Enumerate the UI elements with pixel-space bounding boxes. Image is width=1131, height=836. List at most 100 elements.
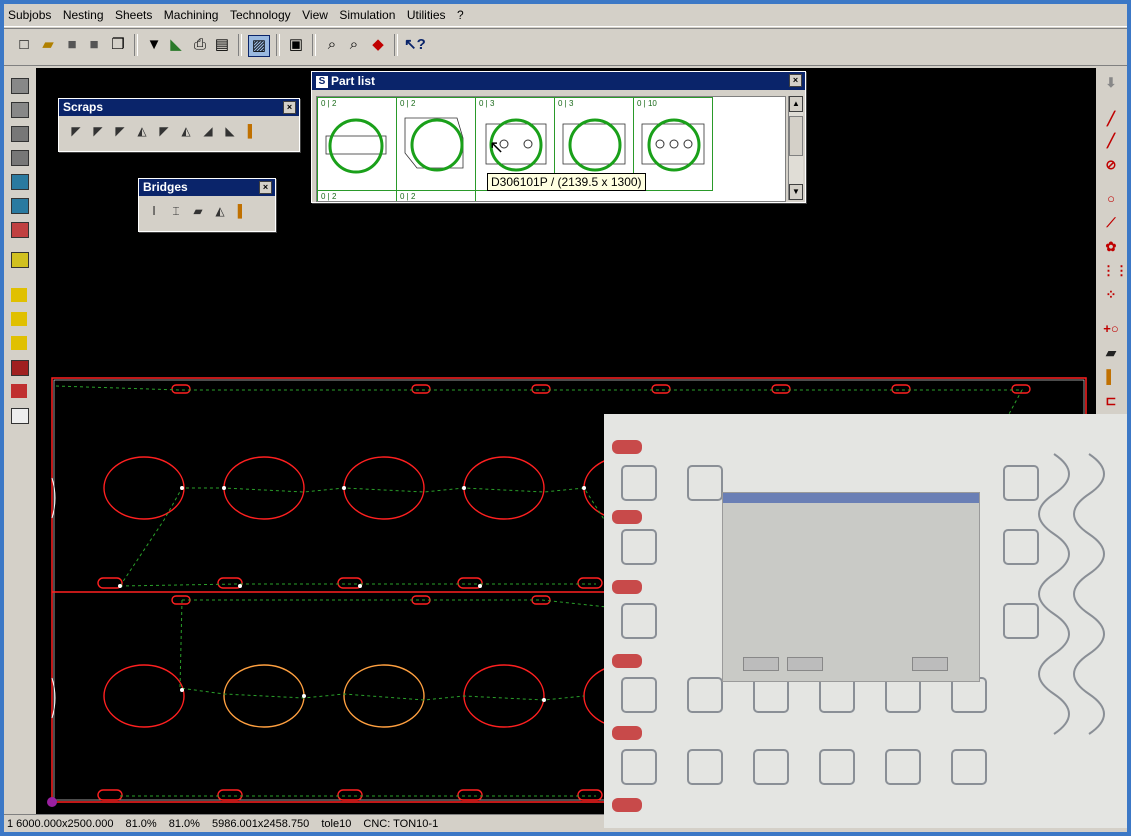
part-cell[interactable]: 0 | 2 [317, 97, 397, 191]
small-part[interactable] [411, 384, 431, 394]
nested-part[interactable] [103, 456, 185, 520]
open-icon[interactable]: ▰ [38, 35, 58, 55]
menu-view[interactable]: View [298, 4, 331, 22]
tool-icon[interactable] [11, 288, 27, 302]
scrap-tool-icon[interactable]: ◢ [197, 122, 219, 140]
bridge-tool-icon[interactable]: Ⅰ [143, 202, 165, 220]
tool-icon[interactable] [11, 222, 29, 238]
slot-icon[interactable]: ⟋ [1102, 214, 1120, 232]
small-part[interactable] [531, 595, 551, 605]
tool-icon[interactable] [11, 78, 29, 94]
small-part[interactable] [171, 384, 191, 394]
scrap-tool-icon[interactable]: ▌ [241, 122, 263, 140]
color-icon[interactable]: ◆ [368, 35, 388, 55]
nested-part[interactable] [343, 664, 425, 728]
pattern-icon[interactable]: ⁘ [1102, 286, 1120, 304]
scrap-tool-icon[interactable]: ◭ [175, 122, 197, 140]
part-cell[interactable]: 0 | 2 [317, 190, 397, 201]
tool-icon[interactable] [11, 102, 29, 118]
small-part[interactable] [97, 789, 123, 801]
menu-utilities[interactable]: Utilities [403, 4, 449, 22]
arrow-down-icon[interactable]: ⬇ [1102, 74, 1120, 92]
bridge-tool-icon[interactable]: ⌶ [165, 202, 187, 220]
tool-icon[interactable] [11, 384, 27, 398]
menu-subjobs[interactable]: Subjobs [4, 4, 54, 22]
nested-part[interactable] [223, 664, 305, 728]
new-icon[interactable]: □ [14, 35, 34, 55]
circle-add-icon[interactable]: +○ [1102, 320, 1120, 338]
nested-part[interactable] [103, 664, 185, 728]
part-cell[interactable]: 0 | 2 [396, 97, 476, 191]
part-cell[interactable]: 0 | 2 [396, 190, 476, 201]
tool-icon[interactable] [11, 198, 29, 214]
menu-simulation[interactable]: Simulation [335, 4, 398, 22]
menu-sheets[interactable]: Sheets [111, 4, 155, 22]
zoom-icon[interactable]: ⌕ [322, 35, 342, 55]
small-part[interactable] [217, 789, 243, 801]
scroll-down-icon[interactable]: ▼ [789, 184, 803, 200]
close-icon[interactable]: × [259, 181, 272, 194]
sheet-view-icon[interactable]: ▨ [248, 35, 270, 57]
scrap-tool-icon[interactable]: ◣ [219, 122, 241, 140]
bridge-tool-icon[interactable]: ⊏ [1102, 392, 1120, 410]
small-part[interactable] [577, 789, 603, 801]
part-qty: 0 | 2 [400, 99, 416, 108]
save-as-icon[interactable]: ■ [84, 35, 104, 55]
tool-icon[interactable] [11, 174, 29, 190]
scrap-tool-icon[interactable]: ◭ [131, 122, 153, 140]
small-part[interactable] [171, 595, 191, 605]
nested-part[interactable] [343, 456, 425, 520]
save-icon[interactable]: ■ [62, 35, 82, 55]
toolset-icon[interactable]: ▌ [1102, 368, 1120, 386]
small-part[interactable] [531, 384, 551, 394]
close-icon[interactable]: × [789, 74, 802, 87]
zoom-area-icon[interactable]: ⌕ [344, 35, 364, 55]
scroll-up-icon[interactable]: ▲ [789, 96, 803, 112]
scrap-tool-icon[interactable]: ◤ [109, 122, 131, 140]
eraser-icon[interactable] [11, 408, 29, 424]
scrap-tool-icon[interactable]: ◤ [65, 122, 87, 140]
small-part[interactable] [891, 384, 911, 394]
tool-icon[interactable] [11, 150, 29, 166]
circle-grid-icon[interactable]: ✿ [1102, 238, 1120, 256]
tool-icon[interactable] [11, 336, 27, 350]
circle-icon[interactable]: ○ [1102, 190, 1120, 208]
small-part[interactable] [411, 595, 431, 605]
small-part[interactable] [577, 577, 603, 589]
dropdown-icon[interactable]: ▼ [144, 35, 164, 55]
small-part[interactable] [651, 384, 671, 394]
menu-machining[interactable]: Machining [160, 4, 222, 22]
scrap-tool-icon[interactable]: ◤ [87, 122, 109, 140]
menu-technology[interactable]: Technology [226, 4, 294, 22]
small-part[interactable] [337, 789, 363, 801]
small-part[interactable] [771, 384, 791, 394]
nested-part[interactable] [463, 456, 545, 520]
punch-icon[interactable]: ▰ [1102, 344, 1120, 362]
bridge-tool-icon[interactable]: ▌ [231, 202, 253, 220]
import-icon[interactable]: ◣ [166, 35, 186, 55]
menu-nesting[interactable]: Nesting [59, 4, 107, 22]
copy-icon[interactable]: ❐ [108, 35, 128, 55]
line-icon[interactable]: ╱ [1102, 110, 1120, 128]
tool-icon[interactable] [11, 360, 29, 376]
help-cursor-icon[interactable]: ↖? [404, 35, 426, 55]
menu-help[interactable]: ? [453, 4, 467, 22]
scroll-thumb[interactable] [789, 116, 803, 156]
print-icon[interactable]: ⎙ [190, 35, 210, 55]
bridge-tool-icon[interactable]: ▰ [187, 202, 209, 220]
close-icon[interactable]: × [283, 101, 296, 114]
tool-icon[interactable] [11, 312, 27, 326]
scrap-tool-icon[interactable]: ◤ [153, 122, 175, 140]
grid-icon[interactable]: ⋮⋮ [1102, 262, 1127, 280]
line-icon[interactable]: ╱ [1102, 132, 1120, 150]
bridge-tool-icon[interactable]: ◭ [209, 202, 231, 220]
tool-icon[interactable] [11, 252, 29, 268]
print-preview-icon[interactable]: ▤ [212, 35, 232, 55]
tool-icon[interactable] [11, 126, 29, 142]
small-part[interactable] [457, 789, 483, 801]
contour-icon[interactable]: ⊘ [1102, 156, 1120, 174]
window-icon[interactable]: ▣ [286, 35, 306, 55]
part-list-scrollbar[interactable]: ▲ ▼ [788, 96, 803, 200]
nested-part[interactable] [223, 456, 305, 520]
nested-part[interactable] [463, 664, 545, 728]
